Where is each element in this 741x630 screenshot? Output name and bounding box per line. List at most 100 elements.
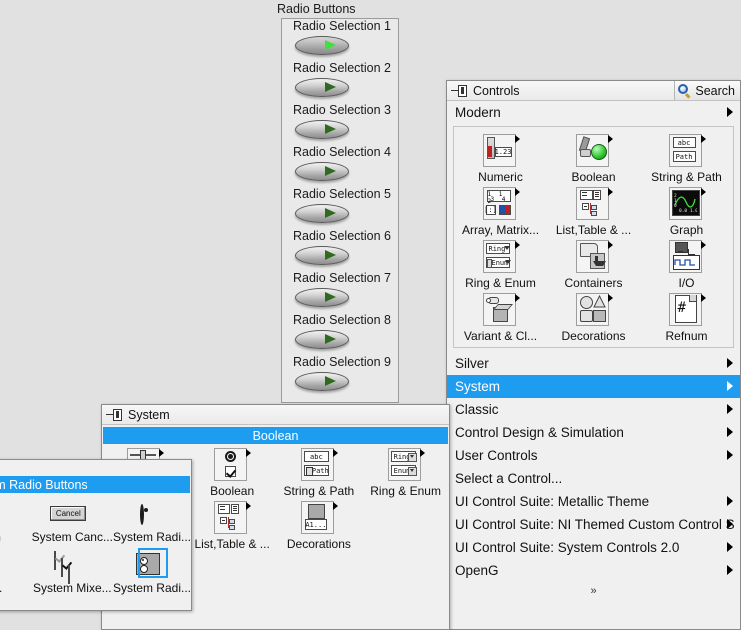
radio-toggle-icon[interactable] (295, 288, 349, 308)
palette-item[interactable]: Boolean (547, 133, 640, 184)
sub-palette-arrow-icon[interactable] (246, 449, 252, 457)
string-path-icon[interactable]: abc Path (667, 133, 707, 171)
palette-scroll-down-button[interactable]: » (447, 582, 740, 597)
palette-item[interactable]: abc Path String & Path (640, 133, 733, 184)
sub-palette-arrow-icon[interactable] (159, 449, 165, 457)
chevron-right-icon[interactable] (727, 381, 733, 391)
palette-item[interactable]: 1 1 2 3 4 [:] Array, Matrix... (454, 186, 547, 237)
radio-selection-item[interactable]: Radio Selection 6 (282, 229, 398, 266)
palette-item[interactable]: Decorations (547, 292, 640, 343)
radio-selection-item[interactable]: Radio Selection 8 (282, 313, 398, 350)
palette-category-row[interactable]: UI Control Suite: System Controls 2.0 (447, 536, 740, 559)
system-radio-buttons-popup[interactable]: n System Radio Buttons on CancelSystem Ca… (0, 459, 192, 611)
system-boolean-icon[interactable] (212, 447, 252, 485)
radio-toggle-icon[interactable] (295, 372, 349, 392)
system-string-path-icon[interactable]: abc Path (299, 447, 339, 485)
palette-category-modern[interactable]: Modern (447, 101, 740, 124)
radio-toggle-icon[interactable] (295, 120, 349, 140)
radio-toggle-icon[interactable] (295, 36, 349, 56)
clipped-icon[interactable] (0, 548, 18, 582)
palette-item[interactable]: System Mixe... (32, 548, 113, 595)
palette-category-row[interactable]: Control Design & Simulation (447, 421, 740, 444)
clipped-icon[interactable] (0, 497, 18, 531)
palette-item[interactable]: System Radi... (113, 497, 191, 544)
palette-category-row[interactable]: User Controls (447, 444, 740, 467)
chevron-right-icon[interactable] (727, 358, 733, 368)
containers-icon[interactable] (574, 239, 614, 277)
palette-item[interactable]: c... (0, 548, 32, 595)
palette-category-row[interactable]: Classic (447, 398, 740, 421)
palette-item[interactable]: I/O (640, 239, 733, 290)
system-ring-enum-icon[interactable]: Ring Enum (386, 447, 426, 485)
sub-palette-arrow-icon[interactable] (514, 294, 520, 302)
sub-palette-arrow-icon[interactable] (607, 135, 613, 143)
sub-palette-arrow-icon[interactable] (246, 502, 252, 510)
palette-item[interactable]: System Radi... (113, 548, 191, 595)
system-cancel-button-icon[interactable]: Cancel (48, 497, 96, 531)
palette-item[interactable]: Ring Enum Ring & Enum (362, 447, 449, 498)
palette-category-row[interactable]: Select a Control... (447, 467, 740, 490)
palette-item[interactable]: 2 1 0 0.0 1.0 Graph (640, 186, 733, 237)
chevron-right-icon[interactable] (727, 565, 733, 575)
radio-toggle-icon[interactable] (295, 330, 349, 350)
system-decorations-icon[interactable]: A1... (299, 500, 339, 538)
palette-item[interactable]: on (0, 497, 32, 544)
sub-palette-arrow-icon[interactable] (332, 449, 338, 457)
palette-category-row[interactable]: UI Control Suite: Metallic Theme (447, 490, 740, 513)
system-radio-button-icon[interactable] (128, 497, 176, 531)
sub-palette-arrow-icon[interactable] (700, 135, 706, 143)
sub-palette-arrow-icon[interactable] (700, 241, 706, 249)
numeric-icon[interactable]: 1.23 (481, 133, 521, 171)
palette-item[interactable]: Boolean (189, 447, 276, 498)
chevron-right-icon[interactable] (727, 519, 733, 529)
palette-item[interactable]: List,Table & ... (547, 186, 640, 237)
system-list-table-icon[interactable] (212, 500, 252, 538)
controls-palette-window[interactable]: Controls Search Modern 1.23 Numeric Boole… (446, 80, 741, 630)
radio-selection-item[interactable]: Radio Selection 1 (282, 19, 398, 56)
palette-item[interactable]: Cancel System Canc... (32, 497, 113, 544)
palette-category-row[interactable]: UI Control Suite: NI Themed Custom Contr… (447, 513, 740, 536)
sub-palette-arrow-icon[interactable] (419, 449, 425, 457)
radio-toggle-icon[interactable] (295, 78, 349, 98)
palette-item[interactable]: List,Table & ... (189, 500, 276, 551)
refnum-icon[interactable]: # (667, 292, 707, 330)
chevron-right-icon[interactable] (727, 542, 733, 552)
palette-item[interactable]: # Refnum (640, 292, 733, 343)
chevron-right-icon[interactable] (727, 496, 733, 506)
palette-category-row[interactable]: OpenG (447, 559, 740, 582)
radio-selection-item[interactable]: Radio Selection 9 (282, 355, 398, 392)
variant-class-icon[interactable] (481, 292, 521, 330)
radio-selection-item[interactable]: Radio Selection 2 (282, 61, 398, 98)
sub-palette-arrow-icon[interactable] (700, 188, 706, 196)
palette-item[interactable]: 1.23 Numeric (454, 133, 547, 184)
radio-selection-item[interactable]: Radio Selection 7 (282, 271, 398, 308)
array-matrix-icon[interactable]: 1 1 2 3 4 [:] (481, 186, 521, 224)
palette-item[interactable] (362, 500, 449, 551)
palette-item[interactable]: A1... Decorations (276, 500, 363, 551)
sub-palette-arrow-icon[interactable] (607, 241, 613, 249)
io-icon[interactable] (667, 239, 707, 277)
blank-icon[interactable] (386, 500, 426, 538)
palette-item[interactable]: abc Path String & Path (276, 447, 363, 498)
pin-icon[interactable] (106, 408, 124, 422)
palette-category-row[interactable]: Silver (447, 352, 740, 375)
list-table-icon[interactable] (574, 186, 614, 224)
search-button[interactable]: Search (674, 81, 740, 100)
sub-palette-arrow-icon[interactable] (607, 188, 613, 196)
radio-toggle-icon[interactable] (295, 204, 349, 224)
boolean-icon[interactable] (574, 133, 614, 171)
sub-palette-arrow-icon[interactable] (332, 502, 338, 510)
chevron-right-icon[interactable] (727, 404, 733, 414)
radio-selection-item[interactable]: Radio Selection 5 (282, 187, 398, 224)
graph-icon[interactable]: 2 1 0 0.0 1.0 (667, 186, 707, 224)
chevron-right-icon[interactable] (727, 427, 733, 437)
system-radio-buttons-icon[interactable] (128, 548, 176, 582)
decorations-icon[interactable] (574, 292, 614, 330)
sub-palette-arrow-icon[interactable] (514, 241, 520, 249)
pin-icon[interactable] (451, 84, 469, 98)
palette-item[interactable]: Variant & Cl... (454, 292, 547, 343)
radio-selection-item[interactable]: Radio Selection 4 (282, 145, 398, 182)
sub-palette-arrow-icon[interactable] (514, 188, 520, 196)
sub-palette-arrow-icon[interactable] (607, 294, 613, 302)
chevron-right-icon[interactable] (727, 450, 733, 460)
